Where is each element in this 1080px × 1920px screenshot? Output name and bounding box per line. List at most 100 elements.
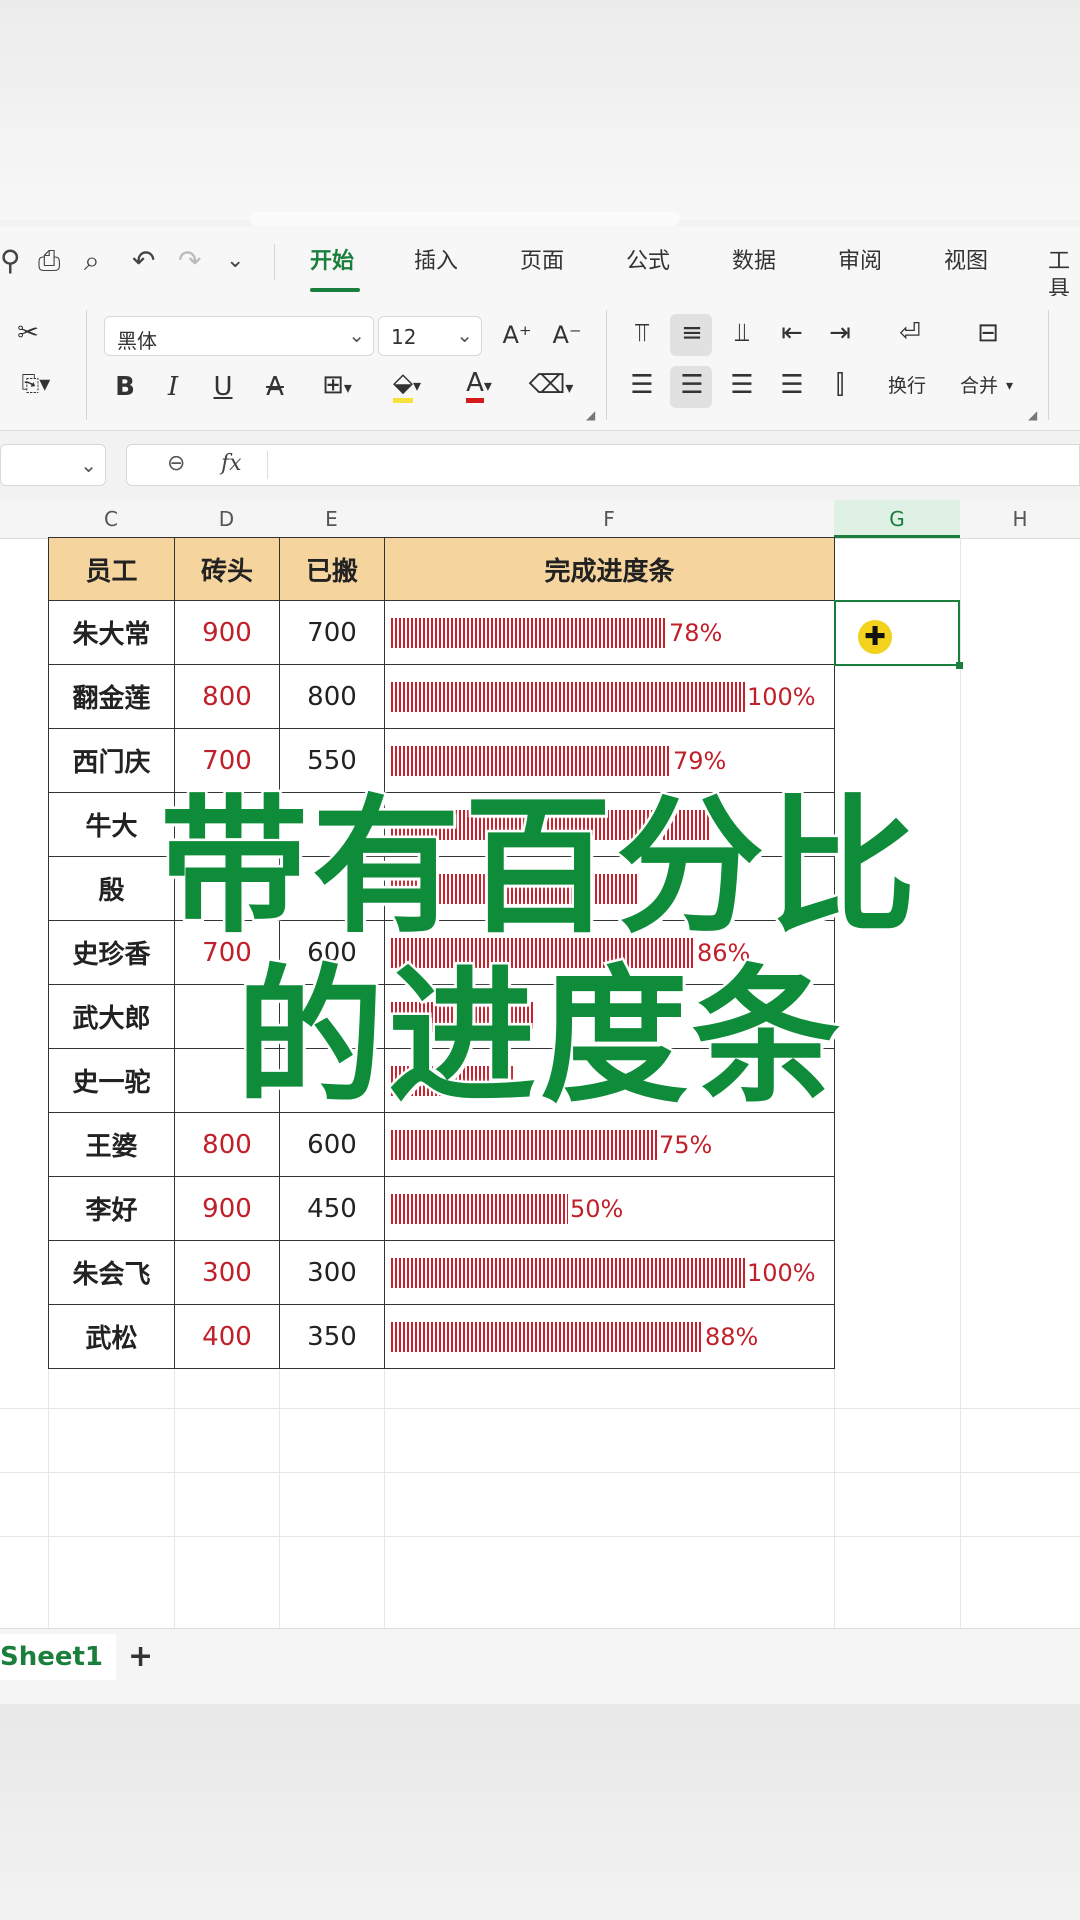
ribbon-separator	[606, 310, 607, 420]
column-header-f[interactable]: F	[384, 500, 834, 538]
eraser-icon[interactable]: ⌫▾	[524, 370, 578, 403]
table-row: 武松 400 350 88%	[48, 1304, 835, 1369]
redo-icon[interactable]: ↷	[178, 246, 201, 276]
selected-cell-g[interactable]	[834, 600, 960, 666]
cell-employee[interactable]: 朱会飞	[48, 1240, 175, 1305]
align-center-icon[interactable]: ☰	[672, 370, 712, 400]
formula-separator	[267, 451, 268, 479]
ribbon-separator	[1048, 310, 1049, 420]
ribbon-separator	[86, 310, 87, 420]
tab-insert[interactable]: 插入	[414, 248, 458, 276]
progress-bar	[391, 1321, 703, 1352]
search-icon[interactable]: ⚲	[0, 246, 21, 276]
cell-employee[interactable]: 朱大常	[48, 600, 175, 665]
cell-employee[interactable]: 武松	[48, 1304, 175, 1369]
font-color-icon[interactable]: A▾	[452, 368, 506, 403]
increase-indent-icon[interactable]: ⇥	[820, 318, 860, 348]
dialog-launcher-icon[interactable]: ◢	[1028, 408, 1037, 422]
font-size-select[interactable]: 12 ⌄	[378, 316, 482, 356]
bold-icon[interactable]: B	[108, 372, 142, 402]
table-row: 翻金莲 800 800 100%	[48, 664, 835, 729]
chevron-down-icon: ⌄	[348, 323, 365, 347]
justify-icon[interactable]: ☰	[772, 370, 812, 400]
merge-cells-label[interactable]: 合并	[960, 374, 998, 398]
align-left-icon[interactable]: ☰	[622, 370, 662, 400]
cell-moved[interactable]: 350	[279, 1304, 385, 1369]
column-header-d[interactable]: D	[174, 500, 279, 538]
tab-formula[interactable]: 公式	[626, 248, 670, 276]
cell-employee[interactable]: 李好	[48, 1176, 175, 1241]
cell-progress[interactable]: 78%	[384, 600, 835, 665]
grow-font-icon[interactable]: A⁺	[496, 320, 538, 350]
chevron-down-icon[interactable]: ▾	[1006, 374, 1013, 398]
cell-bricks[interactable]: 800	[174, 664, 280, 729]
cell-moved[interactable]: 450	[279, 1176, 385, 1241]
print-preview-icon[interactable]: ⌕	[84, 246, 100, 276]
column-header-e[interactable]: E	[279, 500, 384, 538]
cell-progress[interactable]: 100%	[384, 1240, 835, 1305]
tab-review[interactable]: 审阅	[838, 248, 882, 276]
header-moved[interactable]: 已搬	[279, 537, 385, 601]
header-bricks[interactable]: 砖头	[174, 537, 280, 601]
cell-bricks[interactable]: 300	[174, 1240, 280, 1305]
decrease-indent-icon[interactable]: ⇤	[772, 318, 812, 348]
cell-bricks[interactable]: 900	[174, 600, 280, 665]
fx-icon[interactable]: fx	[221, 451, 242, 476]
zoom-search-icon[interactable]: ⊖	[167, 451, 185, 476]
align-top-icon[interactable]: ⫪	[622, 318, 662, 348]
sheet-tab-active[interactable]: Sheet1	[0, 1634, 116, 1680]
top-handle	[250, 212, 680, 226]
cell-progress[interactable]: 50%	[384, 1176, 835, 1241]
progress-bar	[391, 617, 667, 648]
align-middle-icon[interactable]: ≡	[672, 318, 712, 348]
tab-home[interactable]: 开始	[310, 248, 354, 276]
border-icon[interactable]: ⊞▾	[312, 370, 362, 403]
chevron-down-icon[interactable]: ⌄	[226, 246, 244, 276]
cell-progress[interactable]: 100%	[384, 664, 835, 729]
column-header-h[interactable]: H	[960, 500, 1080, 538]
align-right-icon[interactable]: ☰	[722, 370, 762, 400]
font-name-select[interactable]: 黑体 ⌄	[104, 316, 374, 356]
header-progress[interactable]: 完成进度条	[384, 537, 835, 601]
cell-moved[interactable]: 300	[279, 1240, 385, 1305]
cell-bricks[interactable]: 400	[174, 1304, 280, 1369]
column-header-g[interactable]: G	[834, 500, 960, 538]
merge-cells-icon[interactable]: ⊟	[966, 318, 1010, 348]
column-header-c[interactable]: C	[48, 500, 174, 538]
wrap-text-icon[interactable]: ⏎	[888, 318, 932, 348]
paste-format-icon[interactable]: ⎘▾	[10, 370, 62, 400]
progress-bar	[391, 681, 745, 712]
wrap-text-label[interactable]: 换行	[888, 374, 926, 398]
formula-input[interactable]: ⊖ fx	[126, 444, 1080, 486]
cut-icon[interactable]: ✂	[10, 318, 46, 348]
tab-data[interactable]: 数据	[732, 248, 776, 276]
undo-icon[interactable]: ↶	[132, 246, 155, 276]
cell-moved[interactable]: 800	[279, 664, 385, 729]
italic-icon[interactable]: I	[156, 372, 190, 402]
distribute-icon[interactable]: ⫿	[820, 370, 860, 400]
strikethrough-icon[interactable]: A	[258, 372, 292, 402]
shrink-font-icon[interactable]: A⁻	[546, 320, 588, 350]
cell-employee[interactable]: 翻金莲	[48, 664, 175, 729]
cell-bricks[interactable]: 900	[174, 1176, 280, 1241]
progress-bar	[391, 745, 671, 776]
fill-color-icon[interactable]: ⬙▾	[380, 368, 434, 403]
tab-view[interactable]: 视图	[944, 248, 988, 276]
progress-percent: 75%	[659, 1130, 713, 1159]
name-box[interactable]: ⌄	[0, 444, 106, 486]
cell-employee[interactable]: 王婆	[48, 1112, 175, 1177]
underline-icon[interactable]: U	[206, 372, 240, 402]
progress-percent: 79%	[673, 746, 727, 775]
progress-bar	[391, 1257, 745, 1288]
video-top-blur	[0, 0, 1080, 220]
header-employee[interactable]: 员工	[48, 537, 175, 601]
cell-moved[interactable]: 700	[279, 600, 385, 665]
cell-progress[interactable]: 88%	[384, 1304, 835, 1369]
font-name-value: 黑体	[117, 329, 157, 353]
align-bottom-icon[interactable]: ⫫	[722, 318, 762, 348]
tab-page[interactable]: 页面	[520, 248, 564, 276]
add-sheet-button[interactable]: +	[128, 1634, 153, 1680]
dialog-launcher-icon[interactable]: ◢	[586, 408, 595, 422]
print-icon[interactable]: ⎙	[38, 246, 60, 276]
fill-handle[interactable]	[956, 662, 963, 669]
